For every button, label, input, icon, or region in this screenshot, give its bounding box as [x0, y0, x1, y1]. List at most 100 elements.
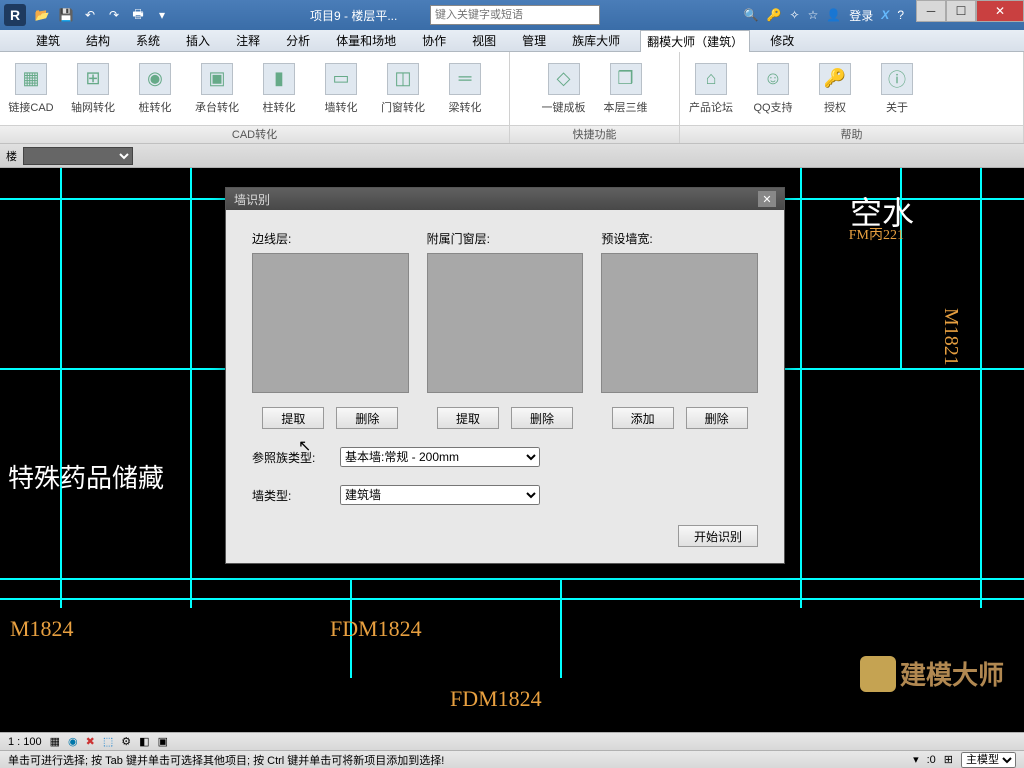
tab-arch[interactable]: 建筑	[30, 30, 66, 51]
redo-icon[interactable]: ↷	[104, 5, 124, 25]
dialog-titlebar[interactable]: 墙识别 ✕	[226, 188, 784, 210]
tab-insert[interactable]: 插入	[180, 30, 216, 51]
app-icon[interactable]: R	[4, 4, 26, 26]
beam-convert-button[interactable]: ═梁转化	[434, 52, 496, 125]
save-icon[interactable]: 💾	[56, 5, 76, 25]
cube-icon: ❒	[610, 63, 642, 95]
titlebar: R 📂 💾 ↶ ↷ 🖶 ▾ 项目9 - 楼层平... 🔍 🔑 ✧ ☆ 👤 登录 …	[0, 0, 1024, 30]
door-window-label: 附属门窗层:	[427, 230, 584, 247]
edge-extract-button[interactable]: 提取	[262, 407, 324, 429]
print-icon[interactable]: 🖶	[128, 5, 148, 25]
tab-view[interactable]: 视图	[466, 30, 502, 51]
star-icon[interactable]: ☆	[808, 8, 819, 22]
user-icon[interactable]: 👤	[826, 8, 841, 22]
snap-icon[interactable]: ⊞	[944, 753, 953, 766]
cap-convert-button[interactable]: ▣承台转化	[186, 52, 248, 125]
dialog-close-button[interactable]: ✕	[758, 191, 776, 207]
key-icon: 🔑	[819, 63, 851, 95]
family-type-label: 参照族类型:	[252, 449, 324, 466]
preset-width-column: 预设墙宽: 添加 删除	[601, 230, 758, 429]
ribbon-group-label: 帮助	[680, 125, 1023, 143]
preset-width-label: 预设墙宽:	[601, 230, 758, 247]
license-button[interactable]: 🔑授权	[804, 52, 866, 125]
cap-icon: ▣	[201, 63, 233, 95]
pile-convert-button[interactable]: ◉桩转化	[124, 52, 186, 125]
tab-collab[interactable]: 协作	[416, 30, 452, 51]
forum-button[interactable]: ⌂产品论坛	[680, 52, 742, 125]
ribbon-group-cad: ▦链接CAD ⊞轴网转化 ◉桩转化 ▣承台转化 ▮柱转化 ▭墙转化 ◫门窗转化 …	[0, 52, 510, 143]
x-icon[interactable]: X	[881, 8, 889, 22]
ribbon-group-label: CAD转化	[0, 125, 509, 143]
open-icon[interactable]: 📂	[32, 5, 52, 25]
view-icon-2[interactable]: ◉	[68, 735, 78, 748]
edge-layer-list[interactable]	[252, 253, 409, 393]
start-recognition-button[interactable]: 开始识别	[678, 525, 758, 547]
level-label: 楼	[6, 148, 17, 164]
grid-convert-button[interactable]: ⊞轴网转化	[62, 52, 124, 125]
width-add-button[interactable]: 添加	[612, 407, 674, 429]
undo-icon[interactable]: ↶	[80, 5, 100, 25]
share-icon[interactable]: ✧	[790, 8, 800, 22]
dw-extract-button[interactable]: 提取	[437, 407, 499, 429]
info-icon: ⓘ	[881, 63, 913, 95]
edge-delete-button[interactable]: 删除	[336, 407, 398, 429]
view-icon-1[interactable]: ▦	[50, 735, 60, 748]
view-icon-7[interactable]: ▣	[158, 735, 168, 748]
family-type-select[interactable]: 基本墙:常规 - 200mm	[340, 447, 540, 467]
window-controls: ─ ☐ ✕	[916, 0, 1024, 22]
tab-modify[interactable]: 修改	[764, 30, 800, 51]
tab-massing[interactable]: 体量和场地	[330, 30, 402, 51]
scale-label[interactable]: 1 : 100	[8, 736, 42, 748]
preset-width-list[interactable]	[601, 253, 758, 393]
cad-icon: ▦	[15, 63, 47, 95]
door-window-list[interactable]	[427, 253, 584, 393]
search-input[interactable]	[430, 5, 600, 25]
tab-analyze[interactable]: 分析	[280, 30, 316, 51]
beam-icon: ═	[449, 63, 481, 95]
tab-system[interactable]: 系统	[130, 30, 166, 51]
tab-family-master[interactable]: 族库大师	[566, 30, 626, 51]
pile-icon: ◉	[139, 63, 171, 95]
door-window-convert-button[interactable]: ◫门窗转化	[372, 52, 434, 125]
width-delete-button[interactable]: 删除	[686, 407, 748, 429]
binoculars-icon[interactable]: 🔍	[744, 8, 759, 22]
more-icon[interactable]: ▾	[152, 5, 172, 25]
level-select[interactable]	[23, 147, 133, 165]
one-click-slab-button[interactable]: ◇一键成板	[533, 52, 595, 125]
tab-struct[interactable]: 结构	[80, 30, 116, 51]
status-bar: 单击可进行选择; 按 Tab 键并单击可选择其他项目; 按 Ctrl 键并单击可…	[0, 750, 1024, 768]
ribbon-group-help: ⌂产品论坛 ☺QQ支持 🔑授权 ⓘ关于 帮助	[680, 52, 1024, 143]
view-icon-4[interactable]: ⬚	[103, 735, 113, 748]
edge-layer-label: 边线层:	[252, 230, 409, 247]
floor-3d-button[interactable]: ❒本层三维	[595, 52, 657, 125]
view-icon-6[interactable]: ◧	[139, 735, 149, 748]
login-link[interactable]: 登录	[849, 7, 873, 24]
door-tag-fm221: FM丙221	[849, 224, 904, 244]
about-button[interactable]: ⓘ关于	[866, 52, 928, 125]
window-title: 项目9 - 楼层平...	[310, 7, 397, 24]
column-convert-button[interactable]: ▮柱转化	[248, 52, 310, 125]
view-icon-3[interactable]: ✖	[86, 735, 95, 748]
dialog-title: 墙识别	[234, 191, 270, 208]
dw-delete-button[interactable]: 删除	[511, 407, 573, 429]
minimize-button[interactable]: ─	[916, 0, 946, 22]
wall-convert-button[interactable]: ▭墙转化	[310, 52, 372, 125]
close-button[interactable]: ✕	[976, 0, 1024, 22]
view-icon-5[interactable]: ⚙	[121, 735, 131, 748]
model-select[interactable]: 主模型	[961, 752, 1016, 768]
ribbon-tabs: 建筑 结构 系统 插入 注释 分析 体量和场地 协作 视图 管理 族库大师 翻模…	[0, 30, 1024, 52]
filter-icon[interactable]: ▾	[913, 753, 919, 766]
tab-model-master[interactable]: 翻模大师（建筑）	[640, 30, 750, 52]
help-icon[interactable]: ?	[897, 8, 904, 22]
edge-layer-column: 边线层: 提取 删除	[252, 230, 409, 429]
key-icon[interactable]: 🔑	[767, 8, 782, 22]
door-window-layer-column: 附属门窗层: 提取 删除	[427, 230, 584, 429]
maximize-button[interactable]: ☐	[946, 0, 976, 22]
watermark-icon	[860, 656, 896, 692]
tab-manage[interactable]: 管理	[516, 30, 552, 51]
room-label: 特殊药品储藏	[8, 458, 164, 495]
wall-type-select[interactable]: 建筑墙	[340, 485, 540, 505]
tab-annotate[interactable]: 注释	[230, 30, 266, 51]
link-cad-button[interactable]: ▦链接CAD	[0, 52, 62, 125]
qq-support-button[interactable]: ☺QQ支持	[742, 52, 804, 125]
